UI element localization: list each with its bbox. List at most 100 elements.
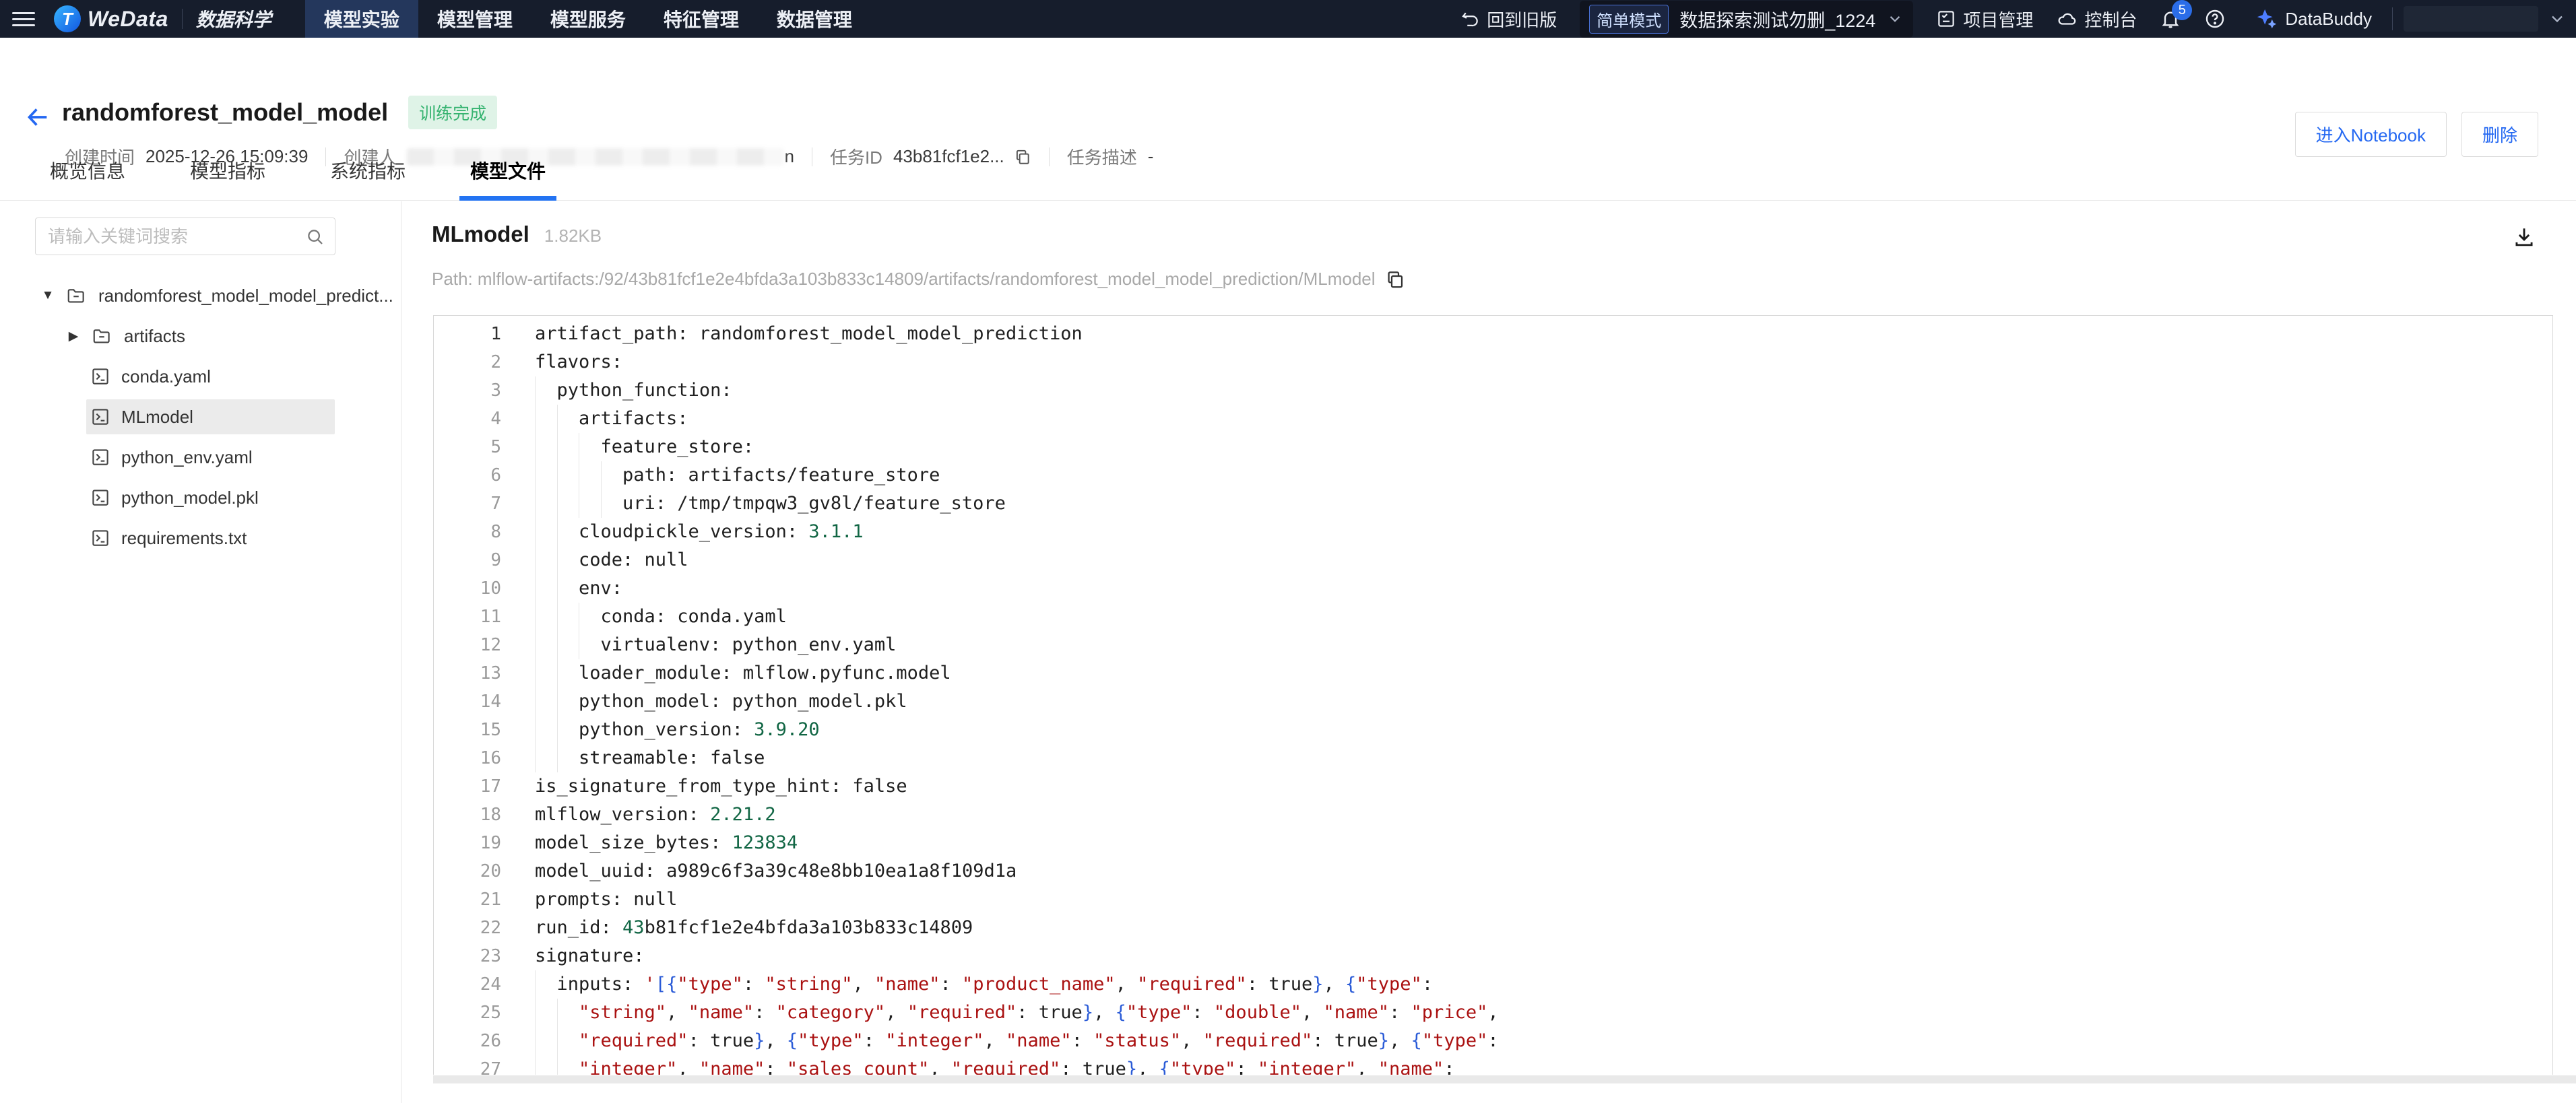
hamburger-menu-icon[interactable] <box>0 0 47 38</box>
search-icon[interactable] <box>305 227 325 247</box>
code-line: 17is_signature_from_type_hint: false <box>434 772 2552 801</box>
tree-item-label: conda.yaml <box>121 366 211 387</box>
file-sidebar: ▼randomforest_model_model_predict... ▶ art… <box>0 201 401 1103</box>
help-icon <box>2204 8 2226 30</box>
tree-item-mlmodel[interactable]: MLmodel <box>0 397 401 437</box>
back-arrow-button[interactable] <box>24 104 51 131</box>
brand-name: WeData <box>88 7 168 32</box>
caret-down-icon[interactable]: ▼ <box>35 288 61 303</box>
top-navbar: T WeData 数据科学 模型实验模型管理模型服务特征管理数据管理 回到旧版 … <box>0 0 2576 38</box>
project-management[interactable]: 项目管理 <box>1936 7 2033 32</box>
nav-item[interactable]: 模型实验 <box>305 0 418 38</box>
code-line: 13loader_module: mlflow.pyfunc.model <box>434 659 2552 688</box>
code-line: 22run_id: 43b81fcf1e2e4bfda3a103b833c148… <box>434 914 2552 942</box>
page-header: randomforest_model_model 训练完成 创建时间 2025-… <box>0 38 2576 145</box>
brand-logo[interactable]: T WeData 数据科学 <box>54 5 271 32</box>
notifications[interactable]: 5 <box>2160 8 2181 30</box>
line-number: 2 <box>434 348 501 376</box>
undo-icon <box>1460 9 1480 29</box>
databuddy[interactable]: DataBuddy <box>2255 7 2372 30</box>
tree-item-label: requirements.txt <box>121 528 247 549</box>
tree-item-label: artifacts <box>124 326 185 347</box>
line-number: 23 <box>434 942 501 970</box>
tree-item-python-model-pkl[interactable]: python_model.pkl <box>0 477 401 518</box>
nav-item[interactable]: 数据管理 <box>758 0 871 38</box>
databuddy-sparkle-icon <box>2255 7 2278 30</box>
file-size: 1.82KB <box>544 226 602 246</box>
mode-badge: 简单模式 <box>1589 5 1669 34</box>
line-number: 16 <box>434 744 501 772</box>
file-icon <box>90 528 110 548</box>
line-number: 6 <box>434 461 501 490</box>
tab[interactable]: 模型文件 <box>463 157 552 200</box>
status-badge: 训练完成 <box>408 96 497 129</box>
caret-right-icon[interactable]: ▶ <box>61 329 86 344</box>
line-number: 17 <box>434 772 501 801</box>
line-number: 3 <box>434 376 501 405</box>
project-name: 数据探索测试勿删_1224 <box>1679 6 1875 32</box>
file-viewer-panel: MLmodel 1.82KB Path: mlflow-artifacts:/9… <box>401 201 2576 1103</box>
code-line: 26"required": true}, {"type": "integer",… <box>434 1027 2552 1055</box>
file-name: MLmodel <box>432 222 529 247</box>
code-line: 11conda: conda.yaml <box>434 603 2552 631</box>
project-selector[interactable]: 简单模式 数据探索测试勿删_1224 <box>1580 1 1913 38</box>
line-number: 8 <box>434 518 501 546</box>
help[interactable] <box>2204 8 2232 30</box>
line-number: 25 <box>434 999 501 1027</box>
screen: T WeData 数据科学 模型实验模型管理模型服务特征管理数据管理 回到旧版 … <box>0 0 2576 1103</box>
console[interactable]: 控制台 <box>2056 7 2137 32</box>
nav-divider <box>2392 7 2393 30</box>
code-line: 2flavors: <box>434 348 2552 376</box>
tab[interactable]: 概览信息 <box>43 157 132 200</box>
nav-item[interactable]: 模型服务 <box>532 0 645 38</box>
line-number: 24 <box>434 970 501 999</box>
nav-item[interactable]: 模型管理 <box>418 0 532 38</box>
tree-item-randomforest-model-model-predict-[interactable]: ▼randomforest_model_model_predict... <box>0 275 401 316</box>
tree-item-requirements-txt[interactable]: requirements.txt <box>0 518 401 558</box>
code-line: 12virtualenv: python_env.yaml <box>434 631 2552 659</box>
code-line: 24inputs: '[{"type": "string", "name": "… <box>434 970 2552 999</box>
tree-item-label: python_env.yaml <box>121 447 253 468</box>
code-line: 10env: <box>434 574 2552 603</box>
code-line: 14python_model: python_model.pkl <box>434 688 2552 716</box>
line-number: 18 <box>434 801 501 829</box>
code-editor[interactable]: 1artifact_path: randomforest_model_model… <box>433 315 2553 1075</box>
code-line: 8cloudpickle_version: 3.1.1 <box>434 518 2552 546</box>
file-icon <box>90 447 110 467</box>
line-number: 5 <box>434 433 501 461</box>
user-chevron-down-icon[interactable] <box>2548 9 2567 28</box>
tab[interactable]: 系统指标 <box>323 157 412 200</box>
line-number: 13 <box>434 659 501 688</box>
file-icon <box>90 407 110 427</box>
line-number: 11 <box>434 603 501 631</box>
code-line: 18mlflow_version: 2.21.2 <box>434 801 2552 829</box>
download-icon[interactable] <box>2511 224 2537 250</box>
tree-item-python-env-yaml[interactable]: python_env.yaml <box>0 437 401 477</box>
code-line: 19model_size_bytes: 123834 <box>434 829 2552 857</box>
tab[interactable]: 模型指标 <box>183 157 272 200</box>
page-title: randomforest_model_model <box>62 98 388 127</box>
code-line: 27"integer", "name": "sales_count", "req… <box>434 1055 2552 1075</box>
folder-icon <box>90 326 113 346</box>
file-icon <box>90 488 110 508</box>
line-number: 27 <box>434 1055 501 1075</box>
line-number: 7 <box>434 490 501 518</box>
code-line: 7uri: /tmp/tmpqw3_gv8l/feature_store <box>434 490 2552 518</box>
code-line: 6path: artifacts/feature_store <box>434 461 2552 490</box>
project-checklist-icon <box>1936 9 1956 29</box>
nav-right: 回到旧版 简单模式 数据探索测试勿删_1224 项目管理 控制台 <box>1437 0 2576 38</box>
user-account-redacted[interactable] <box>2404 6 2538 32</box>
code-line: 9code: null <box>434 546 2552 574</box>
tree-item-artifacts[interactable]: ▶ artifacts <box>0 316 401 356</box>
code-line: 15python_version: 3.9.20 <box>434 716 2552 744</box>
cloud-icon <box>2056 9 2078 29</box>
back-to-old-version[interactable]: 回到旧版 <box>1460 7 1557 32</box>
tree-item-label: MLmodel <box>121 407 193 428</box>
path-copy-icon[interactable] <box>1385 269 1405 290</box>
search-input[interactable] <box>36 218 335 255</box>
nav-item[interactable]: 特征管理 <box>645 0 758 38</box>
horizontal-scrollbar[interactable] <box>433 1075 2576 1083</box>
tree-item-conda-yaml[interactable]: conda.yaml <box>0 356 401 397</box>
code-lines: 1artifact_path: randomforest_model_model… <box>434 316 2552 1075</box>
nav-items: 模型实验模型管理模型服务特征管理数据管理 <box>305 0 871 38</box>
